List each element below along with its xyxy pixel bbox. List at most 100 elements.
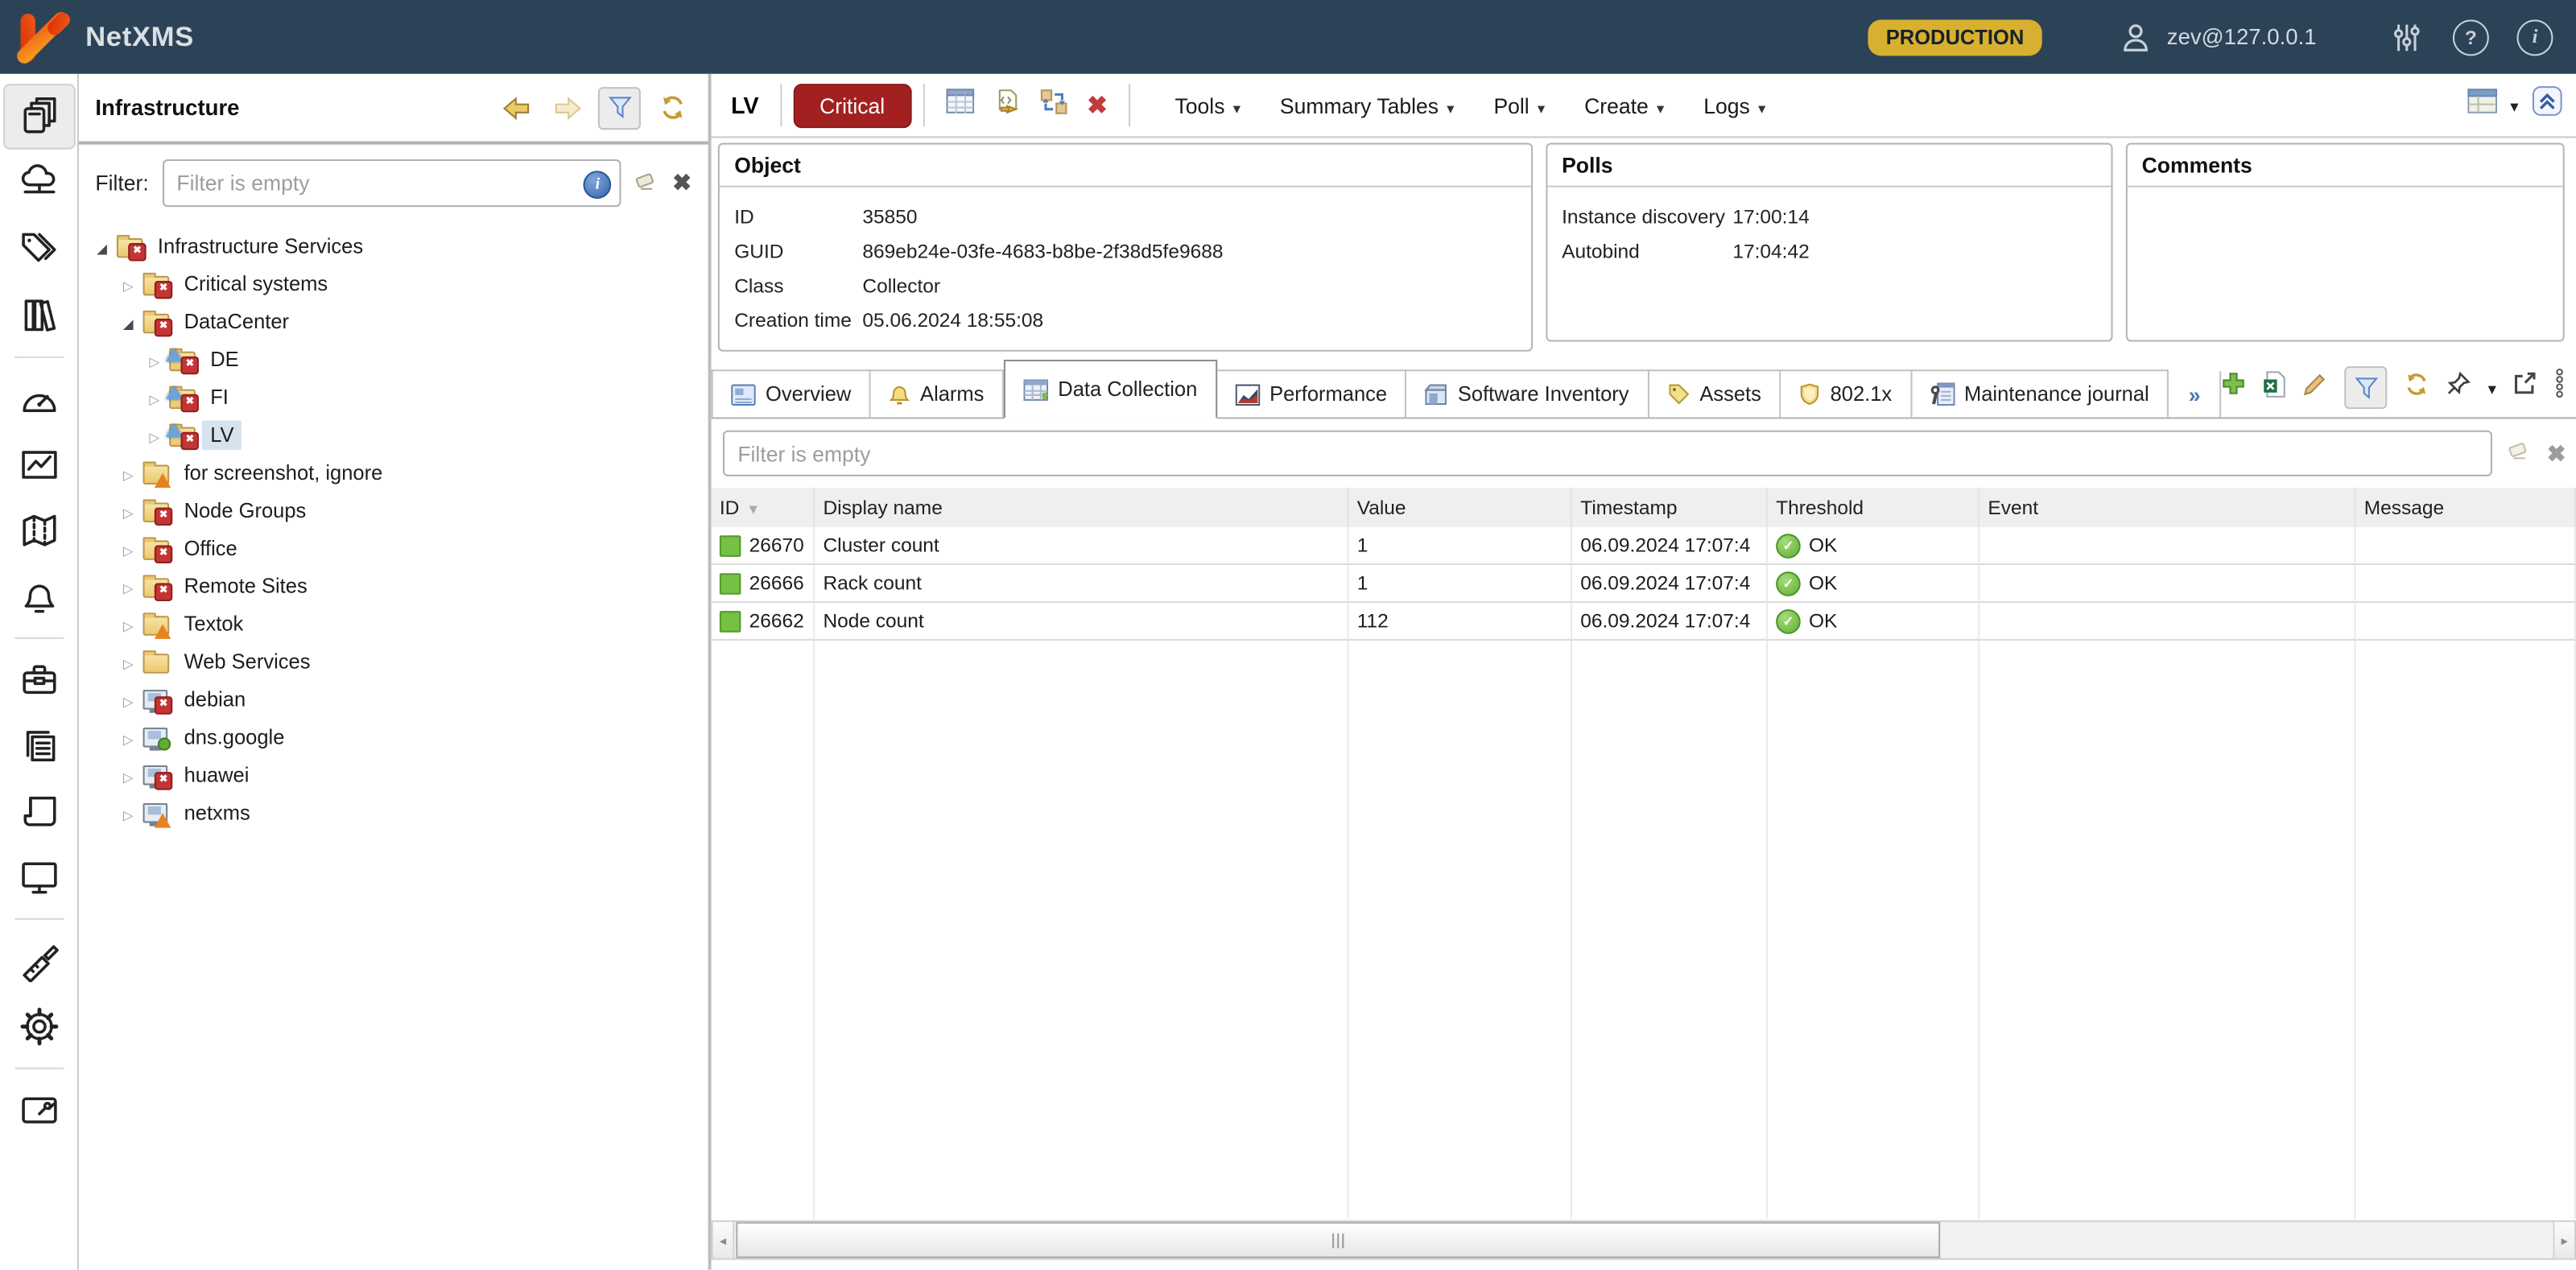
back-icon[interactable] xyxy=(496,88,535,127)
menu-create[interactable]: Create xyxy=(1568,83,1681,127)
expander-icon[interactable] xyxy=(92,234,111,258)
tree-item[interactable]: huawei xyxy=(79,756,708,794)
tree-item[interactable]: Node Groups xyxy=(79,491,708,529)
tab-overflow-chevron[interactable]: » xyxy=(2169,371,2222,417)
scrollbar-track[interactable] xyxy=(734,1222,2553,1258)
change-zone-icon[interactable] xyxy=(1039,88,1067,122)
tree-item[interactable]: debian xyxy=(79,680,708,718)
dci-filter-close-icon[interactable] xyxy=(2547,439,2566,468)
rail-pinboard-icon[interactable] xyxy=(4,1079,73,1142)
execute-script-icon[interactable] xyxy=(993,88,1020,122)
filter-clear-text-icon[interactable] xyxy=(634,168,659,198)
delete-object-icon[interactable] xyxy=(1087,90,1108,120)
tree-filter-input[interactable] xyxy=(162,159,621,207)
rail-maps-icon[interactable] xyxy=(4,499,73,562)
tab-alarms[interactable]: Alarms xyxy=(871,369,1004,417)
scroll-left-arrow[interactable] xyxy=(713,1222,735,1258)
layout-caret-icon[interactable] xyxy=(2510,90,2518,120)
expander-icon[interactable] xyxy=(145,423,164,447)
help-icon[interactable] xyxy=(2453,19,2489,55)
status-badge-critical[interactable]: Critical xyxy=(793,83,910,127)
menu-summary-tables[interactable]: Summary Tables xyxy=(1264,83,1471,127)
column-header-timestamp[interactable]: Timestamp xyxy=(1572,488,1768,527)
menu-tools[interactable]: Tools xyxy=(1158,83,1257,127)
expander-icon[interactable] xyxy=(118,725,138,748)
filter-close-icon[interactable] xyxy=(672,169,691,197)
table-row[interactable]: 26662 Node count 112 06.09.2024 17:07:4 … xyxy=(712,603,2576,641)
menu-poll[interactable]: Poll xyxy=(1477,83,1562,127)
tab-software-inventory[interactable]: Software Inventory xyxy=(1407,369,1649,417)
collapse-header-icon[interactable] xyxy=(2532,85,2563,125)
horizontal-scrollbar[interactable] xyxy=(712,1220,2576,1260)
pin-view-icon[interactable] xyxy=(2447,371,2472,404)
expander-icon[interactable] xyxy=(118,801,138,824)
rail-tools-icon[interactable] xyxy=(4,930,73,992)
export-to-csv-icon[interactable] xyxy=(2263,370,2286,405)
rail-alarms-icon[interactable] xyxy=(4,565,73,628)
column-header-message[interactable]: Message xyxy=(2356,488,2576,527)
edit-dci-icon[interactable] xyxy=(2302,370,2329,405)
tree-filter-toggle-icon[interactable] xyxy=(598,86,641,129)
about-icon[interactable] xyxy=(2517,19,2553,55)
scrollbar-thumb[interactable] xyxy=(736,1222,1939,1258)
view-menu-kebab-icon[interactable] xyxy=(2553,368,2566,407)
tree-item[interactable]: Office xyxy=(79,529,708,567)
rail-tags-icon[interactable] xyxy=(4,218,73,281)
rail-terminal-icon[interactable] xyxy=(4,846,73,909)
tree-item[interactable]: Infrastructure Services xyxy=(79,227,708,265)
tab-data-collection[interactable]: Data Collection xyxy=(1004,360,1217,419)
dci-refresh-icon[interactable] xyxy=(2405,370,2431,405)
expander-icon[interactable] xyxy=(118,763,138,786)
dci-filter-toggle-icon[interactable] xyxy=(2345,366,2388,409)
expander-icon[interactable] xyxy=(145,386,164,409)
tree-item[interactable]: dns.google xyxy=(79,718,708,756)
refresh-icon[interactable] xyxy=(652,88,691,127)
rail-objects-icon[interactable] xyxy=(2,84,75,150)
expander-icon[interactable] xyxy=(118,498,138,522)
menu-logs[interactable]: Logs xyxy=(1687,83,1782,127)
rail-business-services-icon[interactable] xyxy=(4,649,73,711)
rail-network-icon[interactable] xyxy=(4,153,73,216)
tree-item[interactable]: Web Services xyxy=(79,642,708,680)
tab-assets[interactable]: Assets xyxy=(1649,369,1781,417)
tree-item[interactable]: Remote Sites xyxy=(79,567,708,604)
tree-item[interactable]: Textok xyxy=(79,604,708,642)
user-menu[interactable]: zev@127.0.0.1 xyxy=(2118,19,2317,55)
expander-icon[interactable] xyxy=(118,687,138,711)
rail-dashboards-icon[interactable] xyxy=(4,368,73,431)
column-header-threshold[interactable]: Threshold xyxy=(1768,488,1979,527)
expander-icon[interactable] xyxy=(118,460,138,484)
expander-icon[interactable] xyxy=(145,348,164,371)
tree-item[interactable]: FI xyxy=(79,377,708,415)
expander-icon[interactable] xyxy=(118,612,138,635)
expander-icon[interactable] xyxy=(118,536,138,559)
properties-table-icon[interactable] xyxy=(946,89,974,122)
column-header-event[interactable]: Event xyxy=(1979,488,2355,527)
expander-icon[interactable] xyxy=(118,310,138,333)
column-header-value[interactable]: Value xyxy=(1349,488,1573,527)
scroll-right-arrow[interactable] xyxy=(2553,1222,2574,1258)
rail-reports-icon[interactable] xyxy=(4,715,73,777)
tab-maintenance-journal[interactable]: Maintenance journal xyxy=(1912,369,2169,417)
expander-icon[interactable] xyxy=(118,272,138,295)
rail-logs-icon[interactable] xyxy=(4,780,73,843)
dci-filter-input[interactable] xyxy=(723,431,2493,476)
tab-overview[interactable]: Overview xyxy=(712,369,871,417)
tree-item[interactable]: DataCenter xyxy=(79,303,708,340)
tree-item[interactable]: netxms xyxy=(79,794,708,831)
table-row[interactable]: 26666 Rack count 1 06.09.2024 17:07:4 OK xyxy=(712,565,2576,603)
tree-item[interactable]: Critical systems xyxy=(79,265,708,303)
tab-8021x[interactable]: 802.1x xyxy=(1781,369,1911,417)
open-in-new-window-icon[interactable] xyxy=(2512,371,2537,404)
tree-item-selected[interactable]: LV xyxy=(79,415,708,453)
table-row[interactable]: 26670 Cluster count 1 06.09.2024 17:07:4… xyxy=(712,527,2576,565)
dci-filter-clear-text-icon[interactable] xyxy=(2508,439,2533,468)
pin-caret-icon[interactable] xyxy=(2488,373,2496,402)
add-dci-icon[interactable] xyxy=(2222,371,2247,404)
rail-configuration-icon[interactable] xyxy=(4,996,73,1058)
layout-selector-icon[interactable] xyxy=(2467,89,2497,122)
tab-performance[interactable]: Performance xyxy=(1217,369,1407,417)
column-header-display-name[interactable]: Display name xyxy=(815,488,1348,527)
rail-graphs-icon[interactable] xyxy=(4,434,73,497)
expander-icon[interactable] xyxy=(118,649,138,673)
